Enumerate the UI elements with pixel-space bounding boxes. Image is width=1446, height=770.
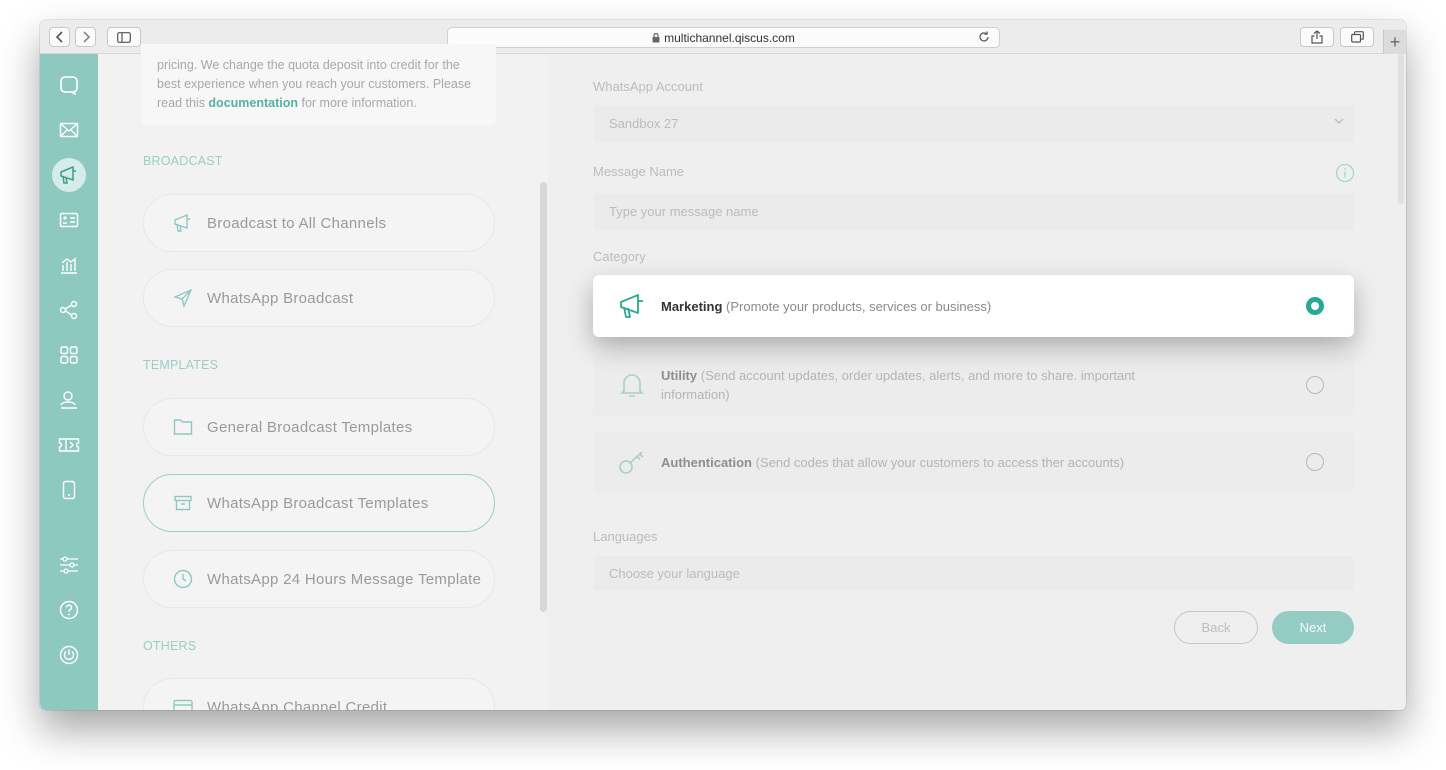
folder-icon bbox=[172, 416, 194, 438]
contact-card-icon[interactable] bbox=[52, 203, 86, 237]
apps-icon[interactable] bbox=[52, 338, 86, 372]
nav-item-label: General Broadcast Templates bbox=[207, 418, 413, 436]
category-desc: (Promote your products, services or busi… bbox=[722, 298, 992, 314]
template-form-pane: WhatsApp Account Sandbox 27 Message Name… bbox=[548, 54, 1406, 710]
languages-label: Languages bbox=[593, 529, 658, 544]
message-name-label: Message Name bbox=[593, 164, 685, 179]
url-text: multichannel.qiscus.com bbox=[664, 30, 795, 45]
wa-account-label: WhatsApp Account bbox=[593, 79, 703, 94]
help-icon[interactable] bbox=[52, 593, 86, 627]
chevron-right-icon bbox=[82, 31, 90, 43]
integration-icon[interactable] bbox=[52, 293, 86, 327]
sidebar-toggle-button[interactable] bbox=[107, 27, 141, 47]
category-radio[interactable] bbox=[1306, 376, 1324, 394]
settings-sliders-icon[interactable] bbox=[52, 548, 86, 582]
clock-icon bbox=[172, 568, 194, 590]
new-tab-button[interactable]: + bbox=[1383, 30, 1406, 54]
back-nav-button[interactable] bbox=[49, 27, 70, 47]
info-icon[interactable] bbox=[1335, 163, 1355, 183]
chevron-left-icon bbox=[55, 31, 63, 43]
category-desc: (Send codes that allow your customers to… bbox=[752, 454, 1125, 470]
chevron-down-icon bbox=[1334, 118, 1344, 124]
next-button[interactable]: Next bbox=[1272, 611, 1354, 644]
nav-item-whatsapp-credit[interactable]: WhatsApp Channel Credit bbox=[143, 678, 495, 710]
category-option-utility[interactable]: Utility (Send account updates, order upd… bbox=[593, 354, 1354, 416]
archive-icon bbox=[172, 492, 194, 514]
nav-item-whatsapp-broadcast[interactable]: WhatsApp Broadcast bbox=[143, 269, 495, 327]
nav-item-label: Broadcast to All Channels bbox=[207, 214, 387, 232]
category-title: Authentication bbox=[661, 454, 752, 470]
category-title: Utility bbox=[661, 368, 698, 383]
app-area: pricing. We change the quota deposit int… bbox=[40, 44, 1406, 710]
key-icon bbox=[615, 445, 649, 479]
section-label-templates: TEMPLATES bbox=[143, 358, 219, 372]
credit-card-icon bbox=[172, 696, 194, 710]
category-option-authentication[interactable]: Authentication (Send codes that allow yo… bbox=[593, 431, 1354, 493]
broadcast-menu-pane: pricing. We change the quota deposit int… bbox=[98, 44, 548, 710]
agent-icon[interactable] bbox=[52, 383, 86, 417]
info-card: pricing. We change the quota deposit int… bbox=[141, 44, 496, 125]
category-radio-selected[interactable] bbox=[1306, 297, 1324, 315]
wa-account-select[interactable]: Sandbox 27 bbox=[593, 105, 1354, 141]
nav-item-label: WhatsApp Broadcast bbox=[207, 289, 354, 307]
wa-account-value: Sandbox 27 bbox=[609, 115, 679, 131]
nav-item-label: WhatsApp Broadcast Templates bbox=[207, 494, 429, 512]
chat-icon[interactable] bbox=[52, 68, 86, 102]
tabs-overview-button[interactable] bbox=[1340, 27, 1374, 47]
info-text-end: for more information. bbox=[298, 96, 417, 110]
bell-icon bbox=[615, 368, 649, 402]
section-label-broadcast: BROADCAST bbox=[143, 154, 223, 168]
forward-nav-button[interactable] bbox=[75, 27, 96, 47]
message-name-placeholder: Type your message name bbox=[609, 203, 759, 219]
megaphone-icon bbox=[172, 212, 194, 234]
sidebar-rail bbox=[40, 54, 98, 710]
category-label: Category bbox=[593, 249, 646, 264]
nav-item-broadcast-all[interactable]: Broadcast to All Channels bbox=[143, 194, 495, 252]
send-icon bbox=[172, 287, 194, 309]
share-button[interactable] bbox=[1300, 27, 1334, 47]
ticket-icon[interactable] bbox=[52, 428, 86, 462]
megaphone-icon[interactable] bbox=[52, 158, 86, 192]
nav-item-label: WhatsApp 24 Hours Message Template bbox=[207, 570, 482, 588]
browser-window: multichannel.qiscus.com + pricing. We ch… bbox=[40, 20, 1406, 710]
category-title: Marketing bbox=[661, 298, 723, 314]
languages-placeholder: Choose your language bbox=[609, 565, 740, 581]
tabs-icon bbox=[1350, 31, 1364, 43]
address-bar[interactable]: multichannel.qiscus.com bbox=[447, 27, 1000, 48]
nav-item-general-templates[interactable]: General Broadcast Templates bbox=[143, 398, 495, 456]
nav-item-whatsapp-24h[interactable]: WhatsApp 24 Hours Message Template bbox=[143, 550, 495, 608]
megaphone-icon bbox=[615, 289, 649, 323]
scrollbar[interactable] bbox=[1398, 54, 1404, 204]
lock-icon bbox=[652, 32, 660, 42]
sidebar-icon bbox=[117, 31, 131, 43]
share-icon bbox=[1311, 30, 1323, 44]
reload-icon[interactable] bbox=[977, 30, 991, 44]
nav-item-label: WhatsApp Channel Credit bbox=[207, 698, 388, 711]
mobile-icon[interactable] bbox=[52, 473, 86, 507]
category-desc: (Send account updates, order updates, al… bbox=[661, 368, 1136, 402]
category-option-marketing[interactable]: Marketing (Promote your products, servic… bbox=[593, 275, 1354, 337]
analytics-icon[interactable] bbox=[52, 248, 86, 282]
back-button[interactable]: Back bbox=[1174, 611, 1258, 644]
scrollbar[interactable] bbox=[540, 182, 547, 612]
nav-item-whatsapp-templates[interactable]: WhatsApp Broadcast Templates bbox=[143, 474, 495, 532]
languages-select[interactable]: Choose your language bbox=[593, 556, 1354, 590]
power-icon[interactable] bbox=[52, 638, 86, 672]
section-label-others: OTHERS bbox=[143, 639, 197, 653]
message-name-input[interactable]: Type your message name bbox=[593, 193, 1354, 229]
category-radio[interactable] bbox=[1306, 453, 1324, 471]
documentation-link[interactable]: documentation bbox=[208, 96, 298, 110]
mail-icon[interactable] bbox=[52, 113, 86, 147]
